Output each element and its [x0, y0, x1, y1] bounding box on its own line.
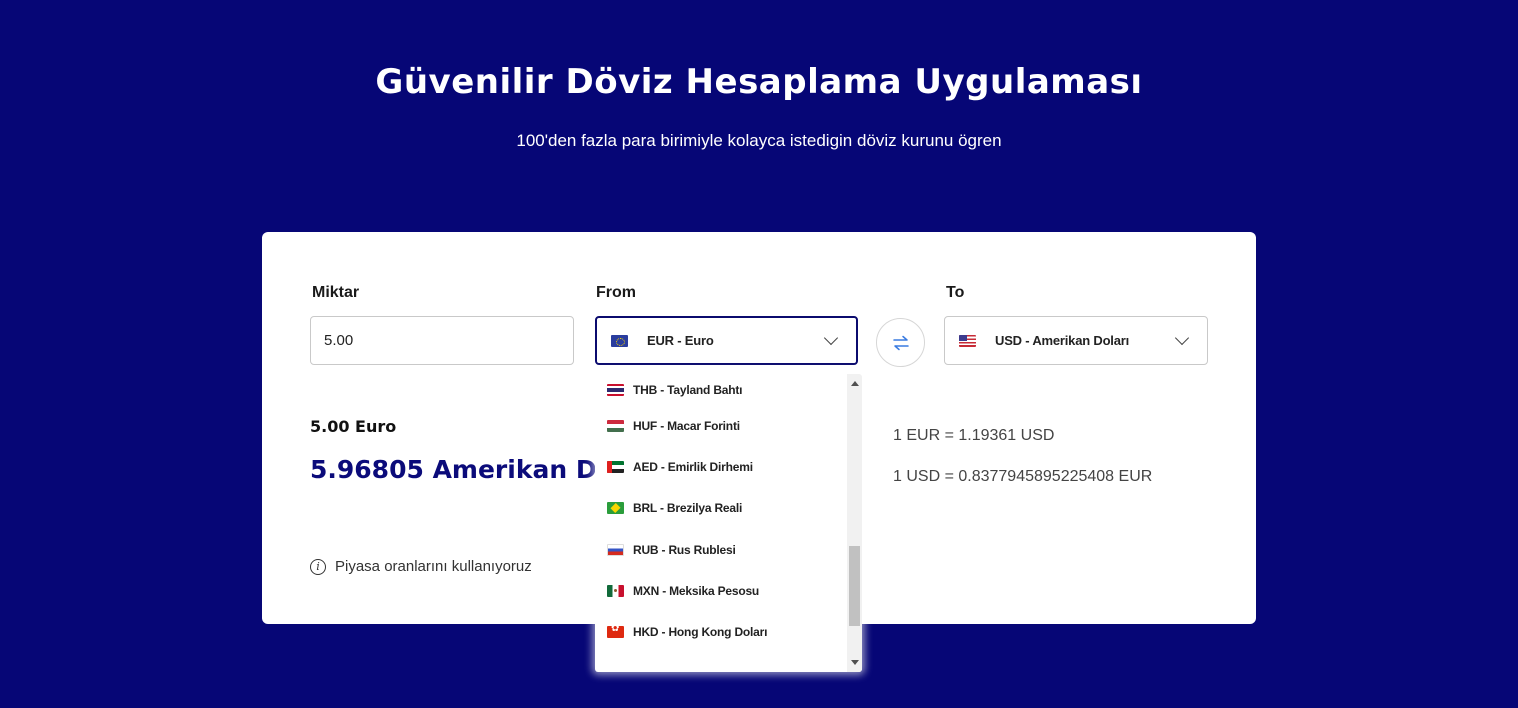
to-label: To	[946, 284, 965, 301]
from-currency-select[interactable]: EUR - Euro	[595, 316, 858, 365]
amount-label: Miktar	[312, 284, 360, 301]
dropdown-item[interactable]: AED - Emirlik Dirhemi	[595, 446, 845, 487]
to-currency-select[interactable]: USD - Amerikan Doları	[944, 316, 1208, 365]
info-icon: i	[310, 558, 326, 575]
from-amount-text: 5.00 Euro	[310, 417, 397, 436]
amount-input[interactable]	[310, 316, 574, 365]
dropdown-item-label: AED - Emirlik Dirhemi	[633, 459, 753, 474]
dropdown-item-label: HKD - Hong Kong Doları	[633, 625, 768, 640]
dropdown-item-label: BRL - Brezilya Reali	[633, 501, 743, 516]
dropdown-item[interactable]: RUB - Rus Rublesi	[595, 529, 845, 570]
dropdown-item[interactable]: HKD - Hong Kong Doları	[595, 611, 845, 652]
swap-currencies-button[interactable]	[876, 318, 925, 367]
page-title: Güvenilir Döviz Hesaplama Uygulaması	[375, 62, 1143, 102]
hu-flag-icon	[607, 419, 624, 432]
us-flag-icon	[959, 334, 976, 347]
scroll-thumb[interactable]	[849, 546, 860, 626]
dropdown-item[interactable]: HUF - Macar Forinti	[595, 405, 845, 446]
disclaimer-text: Piyasa oranlarını kullanıyoruz	[335, 558, 532, 575]
mx-flag-icon	[607, 584, 624, 597]
ru-flag-icon	[607, 543, 624, 556]
scroll-up-icon[interactable]	[851, 381, 859, 386]
to-currency-value: USD - Amerikan Doları	[995, 333, 1130, 348]
br-flag-icon	[607, 502, 624, 515]
scroll-down-icon[interactable]	[851, 660, 859, 665]
dropdown-scrollbar[interactable]	[847, 374, 862, 672]
dropdown-item[interactable]: BRL - Brezilya Reali	[595, 488, 845, 529]
swap-arrows-icon	[892, 335, 909, 350]
dropdown-item-label: RUB - Rus Rublesi	[633, 542, 736, 557]
th-flag-icon	[607, 383, 624, 396]
ae-flag-icon	[607, 460, 624, 473]
from-currency-value: EUR - Euro	[647, 333, 714, 348]
rate-reverse: 1 USD = 0.8377945895225408 EUR	[893, 468, 1153, 485]
rate-forward: 1 EUR = 1.19361 USD	[893, 427, 1055, 444]
hk-flag-icon	[607, 626, 624, 639]
dropdown-item[interactable]: MXN - Meksika Pesosu	[595, 570, 845, 611]
disclaimer: i Piyasa oranlarını kullanıyoruz	[310, 558, 532, 575]
chevron-down-icon	[823, 330, 839, 345]
dropdown-item[interactable]: THB - Tayland Bahtı	[595, 374, 845, 405]
eu-flag-icon	[611, 334, 628, 347]
dropdown-list: THB - Tayland Bahtı HUF - Macar Forinti AE…	[595, 374, 845, 653]
dropdown-item-label: HUF - Macar Forinti	[633, 418, 740, 433]
from-currency-dropdown[interactable]: THB - Tayland Bahtı HUF - Macar Forinti AE…	[595, 374, 862, 672]
page-subtitle: 100'den fazla para birimiyle kolayca ist…	[516, 131, 1002, 150]
chevron-down-icon	[1174, 330, 1190, 345]
dropdown-item-label: MXN - Meksika Pesosu	[633, 583, 760, 598]
from-label: From	[596, 284, 636, 301]
dropdown-item-label: THB - Tayland Bahtı	[633, 382, 743, 397]
